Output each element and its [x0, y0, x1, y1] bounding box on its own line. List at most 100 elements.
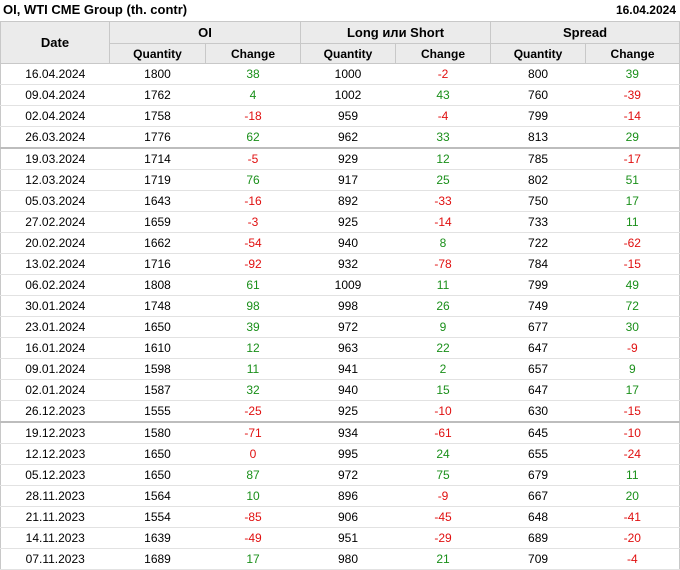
- spread-quantity-cell: 645: [490, 421, 586, 444]
- spread-quantity-cell: 799: [490, 274, 586, 296]
- spread-quantity-cell: 799: [490, 105, 586, 127]
- oi-quantity-cell: 1714: [109, 147, 206, 170]
- table-row: 26.12.2023 1555 -25 925 -10 630 -15: [0, 400, 680, 423]
- spread-change-cell: 30: [585, 316, 680, 338]
- oi-quantity-cell: 1650: [109, 443, 206, 465]
- oi-table: Date OI Long или Short Spread Quantity C…: [0, 21, 680, 570]
- long-short-quantity-cell: 998: [300, 295, 396, 317]
- oi-quantity-cell: 1762: [109, 84, 206, 106]
- long-short-quantity-cell: 972: [300, 316, 396, 338]
- long-short-change-cell: -33: [395, 190, 491, 212]
- long-short-change-cell: -14: [395, 211, 491, 233]
- spread-change-cell: -4: [585, 548, 680, 570]
- table-row: 05.12.2023 1650 87 972 75 679 11: [0, 464, 680, 486]
- group-header-long-short: Long или Short: [300, 21, 492, 44]
- spread-quantity-cell: 655: [490, 443, 586, 465]
- oi-change-cell: 4: [205, 84, 301, 106]
- oi-change-cell: -54: [205, 232, 301, 254]
- long-short-quantity-cell: 929: [300, 147, 396, 170]
- oi-quantity-cell: 1662: [109, 232, 206, 254]
- column-header-oi-change: Change: [204, 43, 302, 64]
- long-short-change-cell: 11: [395, 274, 491, 296]
- spread-change-cell: -15: [585, 400, 680, 423]
- spread-quantity-cell: 709: [490, 548, 586, 570]
- long-short-change-cell: 26: [395, 295, 491, 317]
- spread-quantity-cell: 689: [490, 527, 586, 549]
- oi-change-cell: 17: [205, 548, 301, 570]
- long-short-change-cell: 33: [395, 126, 491, 149]
- oi-quantity-cell: 1643: [109, 190, 206, 212]
- spread-change-cell: -17: [585, 147, 680, 170]
- date-cell: 14.11.2023: [0, 527, 110, 549]
- oi-change-cell: -18: [205, 105, 301, 127]
- table-row: 19.12.2023 1580 -71 934 -61 645 -10: [0, 421, 680, 444]
- spread-quantity-cell: 677: [490, 316, 586, 338]
- oi-quantity-cell: 1808: [109, 274, 206, 296]
- long-short-quantity-cell: 932: [300, 253, 396, 275]
- oi-change-cell: 61: [205, 274, 301, 296]
- oi-change-cell: 32: [205, 379, 301, 401]
- long-short-change-cell: 43: [395, 84, 491, 106]
- report-date: 16.04.2024: [615, 3, 676, 17]
- table-row: 02.04.2024 1758 -18 959 -4 799 -14: [0, 105, 680, 127]
- date-cell: 13.02.2024: [0, 253, 110, 275]
- table-row: 12.12.2023 1650 0 995 24 655 -24: [0, 443, 680, 465]
- date-cell: 19.12.2023: [0, 421, 110, 444]
- oi-quantity-cell: 1748: [109, 295, 206, 317]
- date-cell: 26.12.2023: [0, 400, 110, 423]
- long-short-quantity-cell: 1002: [300, 84, 396, 106]
- spread-change-cell: 17: [585, 379, 680, 401]
- table-row: 12.03.2024 1719 76 917 25 802 51: [0, 169, 680, 191]
- long-short-quantity-cell: 980: [300, 548, 396, 570]
- spread-quantity-cell: 749: [490, 295, 586, 317]
- oi-quantity-cell: 1598: [109, 358, 206, 380]
- long-short-quantity-cell: 1000: [300, 63, 396, 85]
- group-header-oi: OI: [108, 21, 302, 44]
- date-cell: 09.01.2024: [0, 358, 110, 380]
- spread-change-cell: 29: [585, 126, 680, 149]
- spread-quantity-cell: 630: [490, 400, 586, 423]
- oi-change-cell: -49: [205, 527, 301, 549]
- date-cell: 05.12.2023: [0, 464, 110, 486]
- long-short-quantity-cell: 995: [300, 443, 396, 465]
- spread-quantity-cell: 800: [490, 63, 586, 85]
- long-short-change-cell: -10: [395, 400, 491, 423]
- table-body: 16.04.2024 1800 38 1000 -2 800 39 09.04.2024 176…: [0, 63, 680, 570]
- spread-quantity-cell: 647: [490, 337, 586, 359]
- long-short-change-cell: 8: [395, 232, 491, 254]
- oi-quantity-cell: 1776: [109, 126, 206, 149]
- column-header-spread-change: Change: [585, 43, 680, 64]
- spread-change-cell: -15: [585, 253, 680, 275]
- long-short-quantity-cell: 951: [300, 527, 396, 549]
- spread-change-cell: 9: [585, 358, 680, 380]
- spread-change-cell: 72: [585, 295, 680, 317]
- long-short-quantity-cell: 896: [300, 485, 396, 507]
- long-short-quantity-cell: 940: [300, 232, 396, 254]
- spread-quantity-cell: 657: [490, 358, 586, 380]
- spread-quantity-cell: 648: [490, 506, 586, 528]
- spread-quantity-cell: 813: [490, 126, 586, 149]
- spread-quantity-cell: 750: [490, 190, 586, 212]
- spread-change-cell: -24: [585, 443, 680, 465]
- long-short-change-cell: -2: [395, 63, 491, 85]
- long-short-change-cell: 22: [395, 337, 491, 359]
- long-short-quantity-cell: 934: [300, 421, 396, 444]
- column-header-spread-quantity: Quantity: [490, 43, 587, 64]
- column-header-ls-change: Change: [395, 43, 492, 64]
- date-cell: 06.02.2024: [0, 274, 110, 296]
- table-row: 06.02.2024 1808 61 1009 11 799 49: [0, 274, 680, 296]
- table-row: 21.11.2023 1554 -85 906 -45 648 -41: [0, 506, 680, 528]
- oi-quantity-cell: 1800: [109, 63, 206, 85]
- oi-change-cell: -71: [205, 421, 301, 444]
- long-short-change-cell: -9: [395, 485, 491, 507]
- oi-quantity-cell: 1719: [109, 169, 206, 191]
- long-short-change-cell: 25: [395, 169, 491, 191]
- oi-quantity-cell: 1758: [109, 105, 206, 127]
- table-row: 09.01.2024 1598 11 941 2 657 9: [0, 358, 680, 380]
- long-short-change-cell: 21: [395, 548, 491, 570]
- spread-quantity-cell: 722: [490, 232, 586, 254]
- table-row: 07.11.2023 1689 17 980 21 709 -4: [0, 548, 680, 570]
- title-bar: OI, WTI CME Group (th. contr) 16.04.2024: [0, 0, 680, 21]
- date-cell: 02.04.2024: [0, 105, 110, 127]
- table-row: 23.01.2024 1650 39 972 9 677 30: [0, 316, 680, 338]
